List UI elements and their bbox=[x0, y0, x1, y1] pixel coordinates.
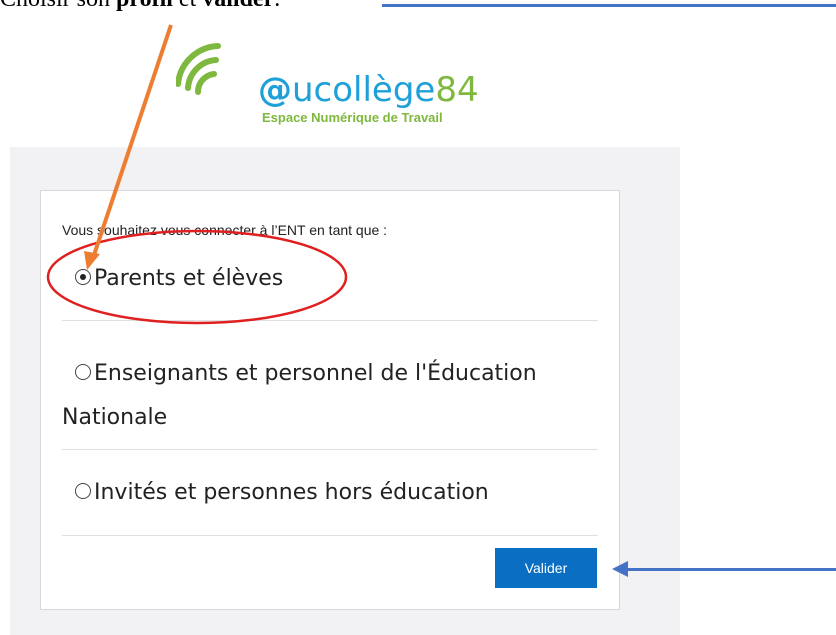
radio-enseignants[interactable] bbox=[75, 364, 91, 380]
validate-button[interactable]: Valider bbox=[495, 548, 597, 588]
logo-number: 84 bbox=[435, 70, 479, 110]
logo-wordmark: @ucollège84 bbox=[258, 70, 479, 110]
option-label: Parents et élèves bbox=[94, 266, 284, 291]
divider bbox=[62, 449, 598, 450]
logo-subtitle: Espace Numérique de Travail bbox=[262, 110, 443, 125]
option-label: Enseignants et personnel de l'Éducation … bbox=[62, 361, 537, 430]
option-label: Invités et personnes hors éducation bbox=[94, 480, 489, 505]
divider bbox=[62, 535, 598, 536]
profile-question: Vous souhaitez vous connecter à l’ENT en… bbox=[62, 222, 388, 238]
radio-parents-eleves[interactable] bbox=[75, 269, 91, 285]
signal-waves-icon bbox=[176, 43, 221, 95]
instruction-suffix: . bbox=[274, 0, 280, 12]
option-invites[interactable]: Invités et personnes hors éducation bbox=[62, 480, 489, 505]
logo-college: ucollège bbox=[292, 70, 436, 110]
instruction-profile: profil bbox=[116, 0, 173, 12]
radio-invites[interactable] bbox=[75, 483, 91, 499]
divider bbox=[62, 320, 598, 321]
logo-at: @ bbox=[258, 70, 292, 110]
option-parents-eleves[interactable]: Parents et élèves bbox=[62, 266, 283, 291]
annotation-line-top bbox=[382, 4, 836, 7]
instruction-validate: valider bbox=[202, 0, 274, 12]
annotation-line-bottom bbox=[624, 568, 836, 571]
instruction-text: Choisir son profil et valider. bbox=[0, 0, 280, 13]
option-enseignants[interactable]: Enseignants et personnel de l'Éducation … bbox=[62, 352, 582, 440]
instruction-middle: et bbox=[173, 0, 202, 12]
instruction-prefix: Choisir son bbox=[0, 0, 116, 12]
